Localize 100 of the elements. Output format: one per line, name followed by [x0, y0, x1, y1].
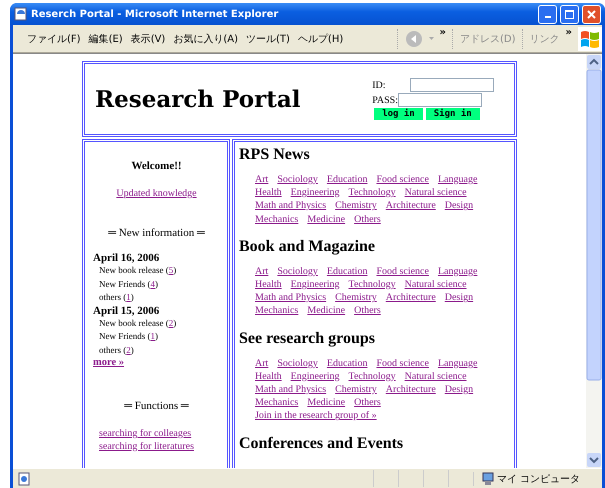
category-link[interactable]: Engineering [290, 278, 340, 292]
category-link[interactable]: Health [255, 186, 282, 200]
category-link[interactable]: Architecture [386, 199, 436, 213]
count-link[interactable]: 1 [126, 292, 131, 302]
more-chevron[interactable]: » [440, 26, 446, 38]
count-link[interactable]: 2 [126, 344, 131, 354]
section-title: Book and Magazine [239, 238, 376, 256]
news-item: New Friends (4) [98, 278, 159, 291]
menu-item[interactable]: 編集(E) [88, 32, 123, 46]
category-link[interactable]: Health [255, 370, 282, 384]
news-item: others (2) [98, 344, 135, 357]
function-link[interactable]: searching for colleages [93, 428, 220, 440]
category-link[interactable]: Others [354, 304, 381, 318]
category-link[interactable]: Sociology [277, 264, 318, 278]
maximize-icon [565, 10, 574, 18]
category-link[interactable]: Language [438, 356, 478, 370]
category-link[interactable]: Education [326, 356, 368, 370]
address-label: アドレス(D) [460, 32, 516, 46]
menu-item[interactable]: 表示(V) [130, 32, 166, 46]
category-link[interactable]: Design [444, 383, 474, 396]
category-link[interactable]: Architecture [386, 291, 436, 304]
category-link[interactable]: Art [255, 173, 268, 186]
category-link[interactable]: Natural science [404, 278, 467, 292]
category-link[interactable]: Mechanics [255, 396, 298, 410]
category-link[interactable]: Language [438, 173, 478, 186]
category-link[interactable]: Sociology [277, 356, 318, 370]
computer-icon [482, 472, 494, 486]
function-link[interactable]: searching for literatures [93, 440, 220, 453]
count-link[interactable]: 1 [150, 331, 155, 341]
news-item: New book release (2) [98, 316, 178, 330]
scrollbar-drawing[interactable] [586, 54, 602, 468]
news-date: April 15, 2006 [93, 304, 160, 316]
count-link[interactable]: 2 [168, 318, 174, 328]
minimize-button[interactable] [538, 4, 557, 24]
close-icon [587, 10, 596, 18]
category-link[interactable]: Math and Physics [255, 199, 326, 213]
menu-item[interactable]: ツール(T) [246, 32, 290, 46]
login-button[interactable]: log in [374, 108, 423, 120]
category-link[interactable]: Architecture [386, 383, 436, 396]
id-label: ID: [372, 80, 387, 90]
maximize-button[interactable] [560, 4, 579, 24]
category-link[interactable]: Design [444, 291, 474, 304]
more-chevron[interactable]: » [566, 26, 572, 38]
category-link[interactable]: Art [255, 264, 268, 278]
category-link[interactable]: Education [326, 264, 368, 278]
section-heading: ═ Functions ═ [123, 400, 190, 412]
category-link[interactable]: Chemistry [335, 383, 377, 396]
join-link[interactable]: Join in the research group of » [255, 410, 377, 422]
password-field[interactable] [398, 93, 482, 107]
menu-item[interactable]: お気に入り(A) [173, 32, 238, 46]
updated-link[interactable]: Updated knowledge [116, 188, 197, 199]
category-link[interactable]: Language [438, 264, 478, 278]
page-icon [17, 472, 31, 486]
category-link[interactable]: Others [354, 212, 381, 226]
site-logo: Research Portal [95, 86, 302, 112]
id-field[interactable] [410, 78, 494, 92]
category-link[interactable]: Engineering [290, 370, 340, 384]
category-link[interactable]: Technology [348, 370, 396, 384]
category-link[interactable]: Medicine [307, 212, 346, 226]
category-link[interactable]: Mechanics [255, 304, 298, 318]
back-icon[interactable] [404, 30, 423, 48]
category-link[interactable]: Medicine [307, 304, 346, 318]
category-link[interactable]: Math and Physics [255, 383, 326, 396]
category-link[interactable]: Technology [348, 278, 396, 292]
category-link[interactable]: Health [255, 278, 282, 292]
category-link[interactable]: Food science [376, 264, 429, 278]
category-link[interactable]: Others [354, 396, 381, 410]
category-link[interactable]: Natural science [404, 370, 467, 384]
zone-label: マイ コンピュータ [496, 472, 580, 486]
category-link[interactable]: Food science [376, 173, 429, 186]
category-link[interactable]: Natural science [404, 186, 467, 200]
more-link[interactable]: more » [93, 357, 124, 368]
menu-item[interactable]: ヘルプ(H) [298, 32, 344, 46]
category-link[interactable]: Medicine [307, 396, 346, 410]
category-link[interactable]: Design [444, 199, 474, 213]
section-heading: ═ New information ═ [107, 227, 206, 239]
browser-icon [14, 7, 28, 21]
news-date: April 16, 2006 [93, 252, 160, 264]
category-link[interactable]: Technology [348, 186, 396, 200]
category-link[interactable]: Mechanics [255, 212, 298, 226]
pass-label: PASS: [372, 94, 398, 106]
section-title: RPS News [239, 146, 311, 164]
category-link[interactable]: Food science [376, 356, 429, 370]
section-title: See research groups [239, 330, 376, 348]
close-button[interactable] [582, 4, 601, 24]
count-link[interactable]: 4 [150, 278, 155, 288]
welcome-text: Welcome!! [130, 160, 183, 172]
category-link[interactable]: Art [255, 356, 268, 370]
category-link[interactable]: Chemistry [335, 291, 377, 304]
menu-item[interactable]: ファイル(F) [27, 32, 81, 46]
news-item: New Friends (1) [98, 330, 159, 343]
signin-button[interactable]: Sign in [426, 108, 480, 120]
category-link[interactable]: Math and Physics [255, 291, 326, 304]
news-item: others (1) [98, 291, 135, 304]
count-link[interactable]: 5 [168, 265, 174, 275]
category-link[interactable]: Sociology [277, 173, 318, 186]
category-link[interactable]: Engineering [290, 186, 340, 200]
category-link[interactable]: Chemistry [335, 199, 377, 213]
caret-icon[interactable] [428, 37, 434, 40]
category-link[interactable]: Education [326, 173, 368, 186]
